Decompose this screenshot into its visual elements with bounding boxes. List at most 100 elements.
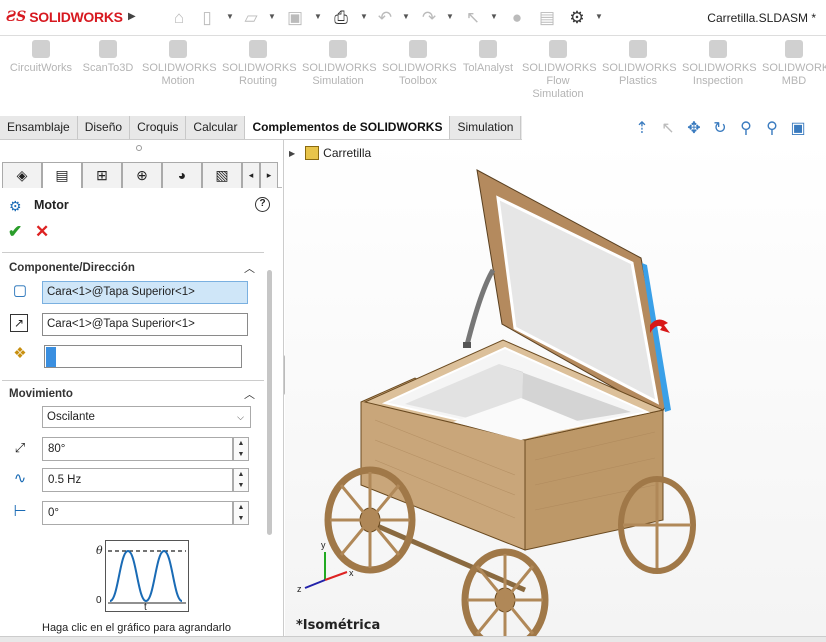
brand-label: SOLIDWORKS <box>29 9 123 25</box>
flow-simulation-icon <box>549 40 567 58</box>
section-movimiento-title: Movimiento <box>9 388 73 400</box>
tolanalyst-icon <box>479 40 497 58</box>
triad-y-label: y <box>321 540 326 550</box>
tab-complementos[interactable]: Complementos de SOLIDWORKS <box>245 116 451 139</box>
collapse-chevron-icon[interactable]: ︿ <box>244 260 255 276</box>
addin-simulation[interactable]: SOLIDWORKS Simulation <box>302 40 377 88</box>
new-document-icon[interactable]: ▯ <box>196 7 218 29</box>
direction-arrow-icon[interactable]: ↗ <box>10 314 28 332</box>
undo-icon[interactable]: ↶ <box>374 7 396 29</box>
collapse-chevron-icon[interactable]: ︿ <box>244 386 255 402</box>
addin-toolbox[interactable]: SOLIDWORKS Toolbox <box>382 40 457 88</box>
frequency-spinner[interactable]: ▲ ▼ <box>233 468 249 492</box>
addin-sublabel: Simulation <box>312 75 364 87</box>
addin-flow-simulation[interactable]: SOLIDWORKS Flow Simulation <box>522 40 597 101</box>
addin-sublabel: Toolbox <box>399 75 437 87</box>
configurationmanager-tab-icon[interactable]: ⊞ <box>82 162 122 188</box>
phase-spinner[interactable]: ▲ ▼ <box>233 501 249 525</box>
tab-calcular[interactable]: Calcular <box>186 116 246 139</box>
addin-sublabel: Simulation <box>532 88 584 100</box>
ok-button[interactable]: ✔ <box>8 222 22 242</box>
motion-type-value: Oscilante <box>47 411 95 423</box>
addin-label: TolAnalyst <box>462 62 514 74</box>
help-icon[interactable]: ? <box>255 197 270 212</box>
propertymanager-tab-icon[interactable]: ▤ <box>42 162 82 188</box>
panel-handle[interactable] <box>136 145 142 151</box>
addin-plastics[interactable]: SOLIDWORKS Plastics <box>602 40 677 88</box>
print-dropdown-icon[interactable]: ▼ <box>360 12 368 21</box>
tab-ensamblaje[interactable]: Ensamblaje <box>0 116 78 139</box>
appearance-tab-icon[interactable]: ◕ <box>162 162 202 188</box>
addin-mbd[interactable]: SOLIDWORKSMBD <box>762 40 826 88</box>
motion-profile-graph[interactable] <box>105 540 189 612</box>
tab-diseno[interactable]: Diseño <box>77 116 131 139</box>
select-arrow-icon[interactable]: ↖ <box>462 7 484 29</box>
addin-circuitworks[interactable]: CircuitWorks <box>8 40 74 75</box>
view-orientation-icon[interactable]: ⇡ <box>632 119 652 139</box>
graph-hint-text: Haga clic en el gráfico para agrandarlo <box>42 622 231 634</box>
select-dropdown-icon[interactable]: ▼ <box>490 12 498 21</box>
motor-location-field[interactable]: Cara<1>@Tapa Superior<1> <box>42 281 248 304</box>
addin-label: SOLIDWORKS <box>522 62 597 74</box>
panel-scrollbar[interactable] <box>267 270 272 535</box>
dimxpert-tab-icon[interactable]: ⊕ <box>122 162 162 188</box>
solidworks-logo[interactable]: ƧS SOLIDWORKS <box>6 9 123 25</box>
home-icon[interactable]: ⌂ <box>168 7 190 29</box>
rotate-icon[interactable]: ↻ <box>710 119 730 139</box>
open-folder-icon[interactable]: ▱ <box>240 7 262 29</box>
addin-motion[interactable]: SOLIDWORKS Motion <box>142 40 217 88</box>
tab-scroll-right-icon[interactable]: ▸ <box>260 162 278 188</box>
save-icon[interactable]: ▣ <box>284 7 306 29</box>
phase-input[interactable]: 0° <box>42 501 233 525</box>
undo-dropdown-icon[interactable]: ▼ <box>402 12 410 21</box>
select-icon[interactable]: ↖ <box>658 119 678 139</box>
amplitude-spinner[interactable]: ▲ ▼ <box>233 437 249 461</box>
menu-expand-icon[interactable]: ▶ <box>128 11 136 22</box>
inspection-icon <box>709 40 727 58</box>
motor-direction-field[interactable]: Cara<1>@Tapa Superior<1> <box>42 313 248 336</box>
file-properties-icon[interactable]: ▤ <box>536 7 558 29</box>
display-style-icon[interactable]: ▣ <box>788 119 808 139</box>
options-gear-icon[interactable]: ⚙ <box>566 7 588 29</box>
cancel-button[interactable]: ✕ <box>35 222 49 242</box>
motion-icon <box>169 40 187 58</box>
pan-icon[interactable]: ✥ <box>684 119 704 139</box>
addin-tolanalyst[interactable]: TolAnalyst <box>460 40 516 75</box>
selection-color-swatch <box>46 347 56 367</box>
section-componente-direccion-title: Componente/Dirección <box>9 262 135 274</box>
component-to-move-field[interactable] <box>44 345 242 368</box>
amplitude-input[interactable]: 80° <box>42 437 233 461</box>
featuremanager-tab-icon[interactable]: ◈ <box>2 162 42 188</box>
tab-croquis[interactable]: Croquis <box>130 116 187 139</box>
toolbox-icon <box>409 40 427 58</box>
triad-z-label: z <box>297 584 302 594</box>
zoom-in-out-icon[interactable]: ⚲ <box>762 119 782 139</box>
tab-scroll-left-icon[interactable]: ◂ <box>242 162 260 188</box>
amplitude-icon: ⤢ <box>14 440 26 455</box>
tab-simulation[interactable]: Simulation <box>450 116 522 139</box>
addin-label: SOLIDWORKS <box>682 62 757 74</box>
rebuild-icon[interactable]: ● <box>506 7 528 29</box>
options-dropdown-icon[interactable]: ▼ <box>595 12 603 21</box>
new-dropdown-icon[interactable]: ▼ <box>226 12 234 21</box>
addin-label: SOLIDWORKS <box>602 62 677 74</box>
cam-tab-icon[interactable]: ▧ <box>202 162 242 188</box>
addin-label: SOLIDWORKS <box>302 62 377 74</box>
panel-title: Motor <box>34 198 69 212</box>
addin-routing[interactable]: SOLIDWORKS Routing <box>222 40 297 88</box>
motor-icon: ⚙ <box>9 198 22 214</box>
addin-sublabel: Motion <box>161 75 195 87</box>
redo-dropdown-icon[interactable]: ▼ <box>446 12 454 21</box>
motion-type-select[interactable]: Oscilante ⌵ <box>42 406 251 428</box>
cart-model-view[interactable]: y x z <box>285 140 825 636</box>
print-icon[interactable]: ⎙ <box>330 7 352 29</box>
open-dropdown-icon[interactable]: ▼ <box>268 12 276 21</box>
redo-icon[interactable]: ↷ <box>418 7 440 29</box>
addin-scanto3d[interactable]: ScanTo3D <box>82 40 134 75</box>
save-dropdown-icon[interactable]: ▼ <box>314 12 322 21</box>
component-to-move-icon: ❖ <box>13 345 27 362</box>
simulation-icon <box>329 40 347 58</box>
frequency-input[interactable]: 0.5 Hz <box>42 468 233 492</box>
addin-inspection[interactable]: SOLIDWORKS Inspection <box>682 40 757 88</box>
zoom-to-area-icon[interactable]: ⚲ <box>736 119 756 139</box>
